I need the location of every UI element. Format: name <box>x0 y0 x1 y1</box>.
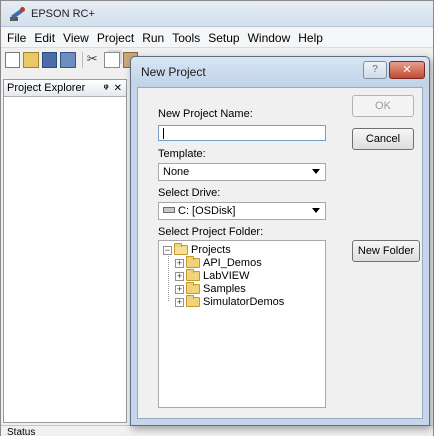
expand-icon[interactable]: + <box>175 271 184 281</box>
tree-item-samples[interactable]: + Samples <box>175 282 246 295</box>
tree-item-label: LabVIEW <box>203 270 250 282</box>
tree-item-label: API_Demos <box>203 257 262 269</box>
new-folder-button[interactable]: New Folder <box>352 240 420 262</box>
menu-window[interactable]: Window <box>248 31 291 45</box>
expand-icon[interactable]: + <box>175 284 184 294</box>
tree-item-labview[interactable]: + LabVIEW <box>175 269 250 282</box>
tree-item-projects[interactable]: − Projects <box>163 243 231 256</box>
menu-file[interactable]: File <box>7 31 26 45</box>
tree-item-simulatordemos[interactable]: + SimulatorDemos <box>175 295 285 308</box>
dialog-body: New Project Name: Template: None Select … <box>137 87 423 419</box>
menubar: File Edit View Project Run Tools Setup W… <box>1 28 433 48</box>
toolbar-separator <box>81 52 83 68</box>
folder-icon <box>186 269 200 281</box>
project-explorer-title: Project Explorer <box>7 82 86 94</box>
folder-open-icon <box>174 243 188 255</box>
tree-item-label: Samples <box>203 283 246 295</box>
folder-icon <box>186 256 200 268</box>
app-title: EPSON RC+ <box>31 7 95 20</box>
template-label: Template: <box>158 148 206 160</box>
menu-tools[interactable]: Tools <box>172 31 200 45</box>
menu-view[interactable]: View <box>63 31 89 45</box>
menu-run[interactable]: Run <box>142 31 164 45</box>
project-name-input[interactable] <box>158 125 326 141</box>
chevron-down-icon <box>312 169 320 174</box>
dialog-close-button[interactable]: ✕ <box>389 61 425 79</box>
project-folder-tree[interactable]: − Projects + API_Demos + LabVIEW + Sampl… <box>158 240 326 408</box>
close-icon[interactable]: ✕ <box>114 83 122 94</box>
new-file-icon[interactable] <box>5 52 21 68</box>
drive-select[interactable]: C: [OSDisk] <box>158 202 326 220</box>
drive-label: Select Drive: <box>158 187 221 199</box>
app-titlebar: EPSON RC+ <box>1 1 433 27</box>
ok-button[interactable]: OK <box>352 95 414 117</box>
toolbar <box>1 49 141 71</box>
tree-item-api-demos[interactable]: + API_Demos <box>175 256 262 269</box>
tree-item-label: SimulatorDemos <box>203 296 285 308</box>
help-button[interactable]: ? <box>363 61 387 79</box>
folder-icon <box>186 295 200 307</box>
chevron-down-icon <box>312 208 320 213</box>
copy-icon[interactable] <box>104 52 120 68</box>
robot-arm-icon <box>9 6 27 22</box>
open-folder-icon[interactable] <box>23 52 39 68</box>
drive-icon <box>163 207 175 214</box>
menu-help[interactable]: Help <box>298 31 323 45</box>
collapse-icon[interactable]: − <box>163 245 172 255</box>
template-select[interactable]: None <box>158 163 326 181</box>
drive-value: C: [OSDisk] <box>178 205 236 217</box>
folder-icon <box>186 282 200 294</box>
tree-item-label: Projects <box>191 244 231 256</box>
menu-project[interactable]: Project <box>97 31 134 45</box>
menu-setup[interactable]: Setup <box>208 31 239 45</box>
project-explorer-panel: Project Explorer ᵠ ✕ <box>3 79 127 423</box>
save-icon[interactable] <box>41 52 58 68</box>
expand-icon[interactable]: + <box>175 297 184 307</box>
dialog-titlebar: New Project ? ✕ <box>131 57 429 87</box>
dialog-title: New Project <box>141 65 206 79</box>
expand-icon[interactable]: + <box>175 258 184 268</box>
new-project-dialog: New Project ? ✕ New Project Name: Templa… <box>130 56 430 426</box>
cancel-button[interactable]: Cancel <box>352 128 414 150</box>
cut-icon[interactable] <box>86 51 101 68</box>
project-explorer-header: Project Explorer ᵠ ✕ <box>4 80 126 97</box>
project-folder-label: Select Project Folder: <box>158 226 264 238</box>
project-name-label: New Project Name: <box>158 108 253 120</box>
status-bar: Status <box>1 425 433 436</box>
template-value: None <box>163 166 190 178</box>
save-all-icon[interactable] <box>60 52 76 68</box>
menu-edit[interactable]: Edit <box>34 31 55 45</box>
pin-icon[interactable]: ᵠ <box>104 83 109 94</box>
